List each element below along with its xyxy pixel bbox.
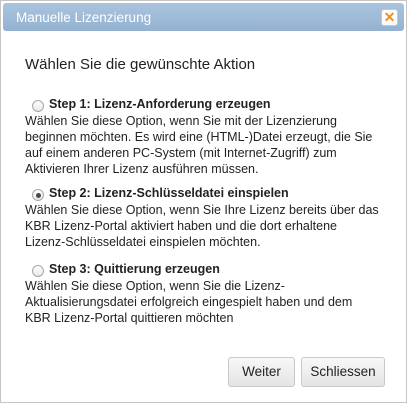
option-step-1-label[interactable]: Step 1: Lizenz-Anforderung erzeugen <box>49 97 271 111</box>
option-step-1-description: Wählen Sie diese Option, wenn Sie mit de… <box>25 113 377 177</box>
option-step-3-description: Wählen Sie diese Option, wenn Sie die Li… <box>25 278 377 326</box>
close-dialog-button[interactable]: Schliessen <box>301 357 385 387</box>
dialog-heading: Wählen Sie die gewünschte Aktion <box>25 56 256 73</box>
close-button[interactable]: ✕ <box>381 9 398 26</box>
description-line: Wählen Sie diese Option, wenn Sie Ihre L… <box>25 203 379 217</box>
radio-step-3[interactable] <box>32 265 44 277</box>
close-icon: ✕ <box>383 9 396 25</box>
dialog-titlebar[interactable]: Manuelle Lizenzierung ✕ <box>3 3 404 31</box>
option-step-2-description: Wählen Sie diese Option, wenn Sie Ihre L… <box>25 202 379 250</box>
next-button[interactable]: Weiter <box>228 357 295 387</box>
description-line: Aktivieren Ihrer Lizenz ausführen müssen… <box>25 162 259 176</box>
description-line: Aktualisierungsdatei erfolgreich eingesp… <box>25 295 353 309</box>
description-line: Wählen Sie diese Option, wenn Sie die Li… <box>25 279 285 293</box>
option-step-2-label[interactable]: Step 2: Lizenz-Schlüsseldatei einspielen <box>49 186 289 200</box>
description-line: Wählen Sie diese Option, wenn Sie mit de… <box>25 114 337 128</box>
description-line: auf einem anderen PC-System (mit Interne… <box>25 146 337 160</box>
radio-step-1[interactable] <box>32 100 44 112</box>
radio-step-2[interactable] <box>32 189 44 201</box>
description-line: Lizenz-Schlüsseldatei einspielen möchten… <box>25 235 261 249</box>
description-line: KBR Lizenz-Portal aktiviert haben und di… <box>25 219 337 233</box>
license-dialog: Manuelle Lizenzierung ✕ Wählen Sie die g… <box>0 0 407 403</box>
description-line: KBR Lizenz-Portal quittieren möchten <box>25 311 234 325</box>
option-step-3-label[interactable]: Step 3: Quittierung erzeugen <box>49 262 220 276</box>
description-line: beginnen möchten. Es wird eine (HTML-)Da… <box>25 130 373 144</box>
dialog-title: Manuelle Lizenzierung <box>16 10 152 25</box>
